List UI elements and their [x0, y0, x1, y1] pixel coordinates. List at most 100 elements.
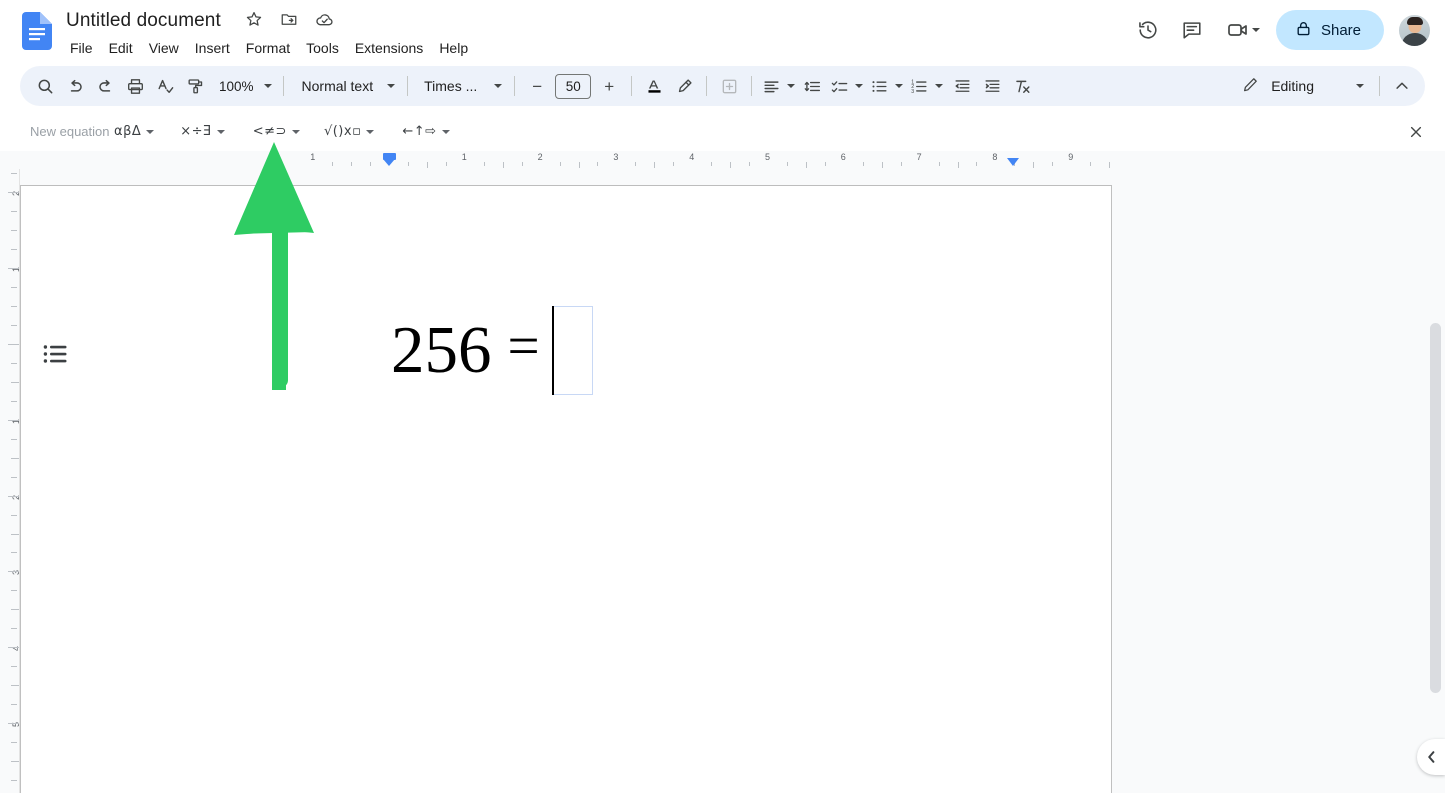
paint-roller-icon[interactable] [180, 71, 210, 101]
increase-font-size-button[interactable]: + [594, 71, 624, 101]
chevron-down-icon [1356, 84, 1364, 88]
equation-input-placeholder[interactable] [551, 306, 593, 395]
chevron-down-icon [494, 84, 503, 88]
ruler-tick [957, 162, 959, 168]
relations-glyph: <≠⊃ [252, 124, 287, 139]
vertical-ruler-tick [11, 779, 17, 781]
share-button[interactable]: Share [1275, 10, 1384, 50]
decrease-indent-icon[interactable] [947, 71, 977, 101]
equation-symbol-groups: αβΔ ×÷Ǝ <≠⊃ √()x▫ ←↑⇨ [110, 119, 454, 145]
vertical-ruler-tick [11, 230, 17, 232]
numbered-list-dropdown-caret[interactable] [931, 71, 947, 101]
pencil-icon [1242, 76, 1259, 96]
ruler-tick [786, 162, 788, 166]
math-operators-dropdown[interactable]: ×÷Ǝ [176, 119, 229, 145]
vertical-ruler-tick [11, 609, 19, 611]
arrows-glyph: ←↑⇨ [402, 124, 437, 139]
move-to-folder-icon[interactable] [278, 8, 300, 30]
cloud-saved-icon[interactable] [313, 8, 335, 30]
ruler-tick [711, 162, 713, 166]
bulleted-list-dropdown-caret[interactable] [891, 71, 907, 101]
ruler-tick [881, 162, 883, 168]
ruler-label: 6 [840, 152, 846, 162]
zoom-value: 100% [219, 78, 254, 94]
menu-tools[interactable]: Tools [298, 36, 347, 60]
chevron-down-icon[interactable] [1251, 28, 1260, 32]
menu-insert[interactable]: Insert [187, 36, 238, 60]
expand-side-panel-button[interactable] [1417, 739, 1445, 775]
left-indent-marker[interactable] [383, 159, 395, 166]
math-operations-glyph: √()x▫ [323, 124, 362, 139]
bulleted-list-icon[interactable] [867, 71, 891, 101]
vertical-ruler-tick [11, 173, 17, 175]
clear-formatting-icon[interactable] [1007, 71, 1037, 101]
toolbar-divider [751, 76, 753, 96]
numbered-list-icon[interactable]: 1 2 3 [907, 71, 931, 101]
title-icon-group [243, 8, 335, 30]
greek-letters-dropdown[interactable]: αβΔ [110, 119, 158, 145]
relations-dropdown[interactable]: <≠⊃ [249, 119, 304, 145]
vertical-ruler-tick [8, 647, 19, 649]
redo-arrow-icon[interactable] [90, 71, 120, 101]
account-avatar[interactable] [1398, 13, 1431, 47]
decrease-font-size-button[interactable]: − [522, 71, 552, 101]
highlight-pen-icon[interactable] [669, 71, 699, 101]
right-indent-marker[interactable] [1007, 158, 1019, 166]
ruler-label: 1 [461, 152, 467, 162]
menu-help[interactable]: Help [431, 36, 476, 60]
menu-file[interactable]: File [62, 36, 101, 60]
arrows-dropdown[interactable]: ←↑⇨ [398, 119, 453, 145]
checklist-dropdown-caret[interactable] [851, 71, 867, 101]
vertical-ruler-tick [11, 287, 17, 289]
avatar-body [1401, 32, 1428, 46]
vertical-ruler-tick [11, 741, 17, 743]
menu-extensions[interactable]: Extensions [347, 36, 431, 60]
vertical-ruler-tick [11, 628, 17, 630]
vertical-ruler[interactable]: 2112345 [0, 169, 21, 793]
editing-mode-selector[interactable]: Editing [1232, 71, 1372, 101]
collapse-toolbar-button[interactable] [1387, 71, 1417, 101]
insert-plus-box-icon[interactable] [714, 71, 744, 101]
video-camera-icon[interactable] [1216, 10, 1266, 50]
docs-file-icon[interactable] [22, 12, 52, 50]
printer-icon[interactable] [120, 71, 150, 101]
chevron-down-icon [441, 129, 450, 134]
increase-indent-icon[interactable] [977, 71, 1007, 101]
search-icon[interactable] [30, 71, 60, 101]
vertical-ruler-tick [11, 362, 17, 364]
close-equation-toolbar-button[interactable] [1401, 117, 1431, 147]
avatar-hair [1406, 16, 1423, 25]
align-dropdown-caret[interactable] [783, 71, 799, 101]
ruler-label: 4 [689, 152, 695, 162]
history-clock-icon[interactable] [1128, 10, 1168, 50]
ruler-tick [559, 162, 561, 166]
star-icon[interactable] [243, 8, 265, 30]
checklist-icon[interactable] [827, 71, 851, 101]
spellcheck-icon[interactable] [150, 71, 180, 101]
document-work-area: 1 1 2 3 4 5 6 7 8 9 2112345 256 = [0, 151, 1445, 793]
document-title[interactable]: Untitled document [62, 8, 225, 34]
paragraph-style-value: Normal text [301, 78, 374, 94]
menu-format[interactable]: Format [238, 36, 298, 60]
font-size-input[interactable]: 50 [555, 73, 592, 99]
vertical-ruler-tick [8, 723, 19, 724]
paragraph-style-selector[interactable]: Normal text [291, 72, 401, 100]
text-color-A-icon[interactable] [639, 71, 669, 101]
ruler-tick [483, 162, 485, 166]
undo-arrow-icon[interactable] [60, 71, 90, 101]
font-family-selector[interactable]: Times ... [415, 72, 507, 100]
menu-edit[interactable]: Edit [101, 36, 141, 60]
menu-view[interactable]: View [141, 36, 187, 60]
comment-bubble-icon[interactable] [1172, 10, 1212, 50]
equation-line[interactable]: 256 = [391, 306, 593, 395]
scrollbar-thumb[interactable] [1430, 323, 1441, 693]
align-left-icon[interactable] [759, 71, 783, 101]
math-operations-dropdown[interactable]: √()x▫ [320, 119, 378, 145]
document-page[interactable]: 256 = [20, 185, 1112, 793]
line-spacing-icon[interactable] [799, 71, 827, 101]
ruler-tick [407, 162, 409, 166]
zoom-selector[interactable]: 100% [210, 72, 276, 100]
document-outline-icon[interactable] [43, 344, 69, 366]
menu-bar: File Edit View Insert Format Tools Exten… [62, 36, 476, 60]
horizontal-ruler[interactable]: 1 1 2 3 4 5 6 7 8 9 [0, 151, 1445, 169]
